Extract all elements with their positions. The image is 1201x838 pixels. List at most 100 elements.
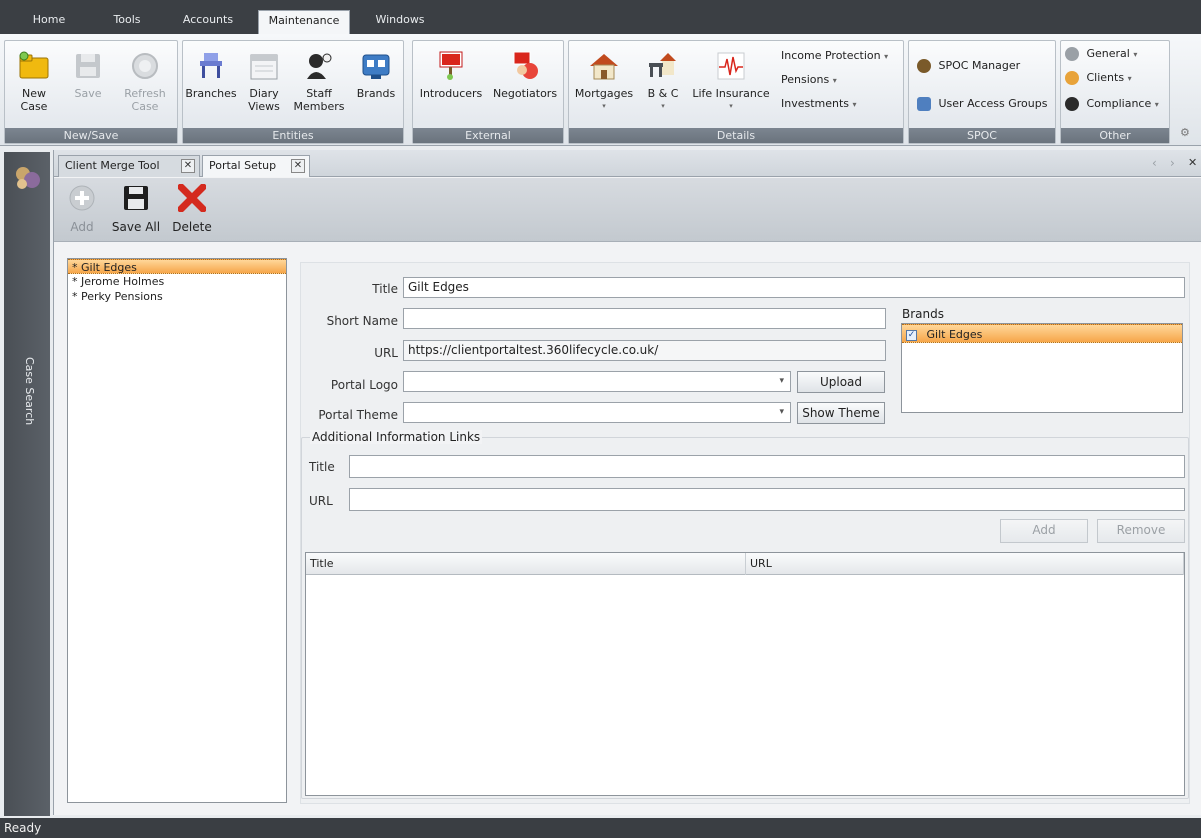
tab-client-merge-tool-label: Client Merge Tool [65, 159, 160, 172]
save-button[interactable]: Save [65, 45, 111, 100]
list-item[interactable]: * Perky Pensions [68, 289, 286, 304]
house-icon [587, 49, 621, 83]
portal-theme-select[interactable]: ▾ [403, 402, 791, 423]
menu-tab-windows[interactable]: Windows [366, 10, 434, 34]
new-case-label: New Case [20, 87, 48, 113]
life-insurance-label: Life Insurance [692, 87, 770, 100]
brand-item[interactable]: ✓ Gilt Edges [902, 324, 1182, 343]
brand-item-label: Gilt Edges [926, 328, 983, 341]
spoc-manager-button[interactable]: SPOC Manager [917, 59, 1020, 73]
links-table[interactable]: Title URL [305, 552, 1185, 796]
short-name-field[interactable] [403, 308, 886, 329]
for-sale-sign-icon [434, 49, 468, 83]
brands-label: Brands [356, 87, 396, 100]
brands-button[interactable]: Brands [351, 45, 401, 100]
refresh-case-label-1: Refresh [124, 87, 166, 100]
introducers-label: Introducers [419, 87, 483, 100]
refresh-case-label-2: Case [131, 100, 159, 113]
menu-tab-maintenance[interactable]: Maintenance [258, 10, 350, 35]
menu-tab-tools[interactable]: Tools [100, 10, 154, 34]
spoc-manager-icon [917, 59, 931, 73]
status-bar: Ready [0, 818, 1201, 838]
link-title-field[interactable] [349, 455, 1185, 478]
income-protection-button[interactable]: Income Protection ▾ [781, 49, 888, 62]
menu-tab-home[interactable]: Home [22, 10, 76, 34]
save-all-button[interactable]: Save All [110, 184, 162, 234]
delete-icon [177, 183, 207, 213]
staff-members-button[interactable]: Staff Members [291, 45, 347, 113]
new-case-icon [17, 49, 51, 83]
branches-icon [194, 49, 228, 83]
list-item[interactable]: * Gilt Edges [68, 259, 286, 274]
case-search-label: Case Search [23, 357, 36, 426]
case-search-sidebar[interactable]: Case Search [4, 152, 50, 816]
title-field[interactable]: Gilt Edges [403, 277, 1185, 298]
add-link-button[interactable]: Add [1000, 519, 1088, 543]
refresh-case-button[interactable]: Refresh Case [115, 45, 175, 113]
clients-button[interactable]: Clients ▾ [1065, 71, 1132, 85]
delete-button[interactable]: Delete [170, 183, 214, 234]
brands-label: Brands [902, 307, 944, 321]
investments-label: Investments [781, 97, 850, 110]
menu-bar: Home Tools Accounts Maintenance Windows [0, 0, 1201, 35]
portal-list[interactable]: * Gilt Edges * Jerome Holmes * Perky Pen… [67, 258, 287, 803]
user-access-groups-button[interactable]: User Access Groups [917, 97, 1047, 111]
staff-members-label-2: Members [293, 100, 345, 113]
compliance-button[interactable]: Compliance ▾ [1065, 97, 1159, 111]
status-text: Ready [4, 821, 42, 835]
close-icon[interactable]: ✕ [181, 159, 195, 173]
new-case-button[interactable]: New Case [7, 45, 61, 113]
column-header-url[interactable]: URL [746, 553, 1184, 575]
ribbon-options-icon[interactable]: ⚙ [1180, 126, 1190, 139]
branches-button[interactable]: Branches [185, 45, 237, 100]
mortgages-dropdown-icon: ▾ [602, 102, 606, 110]
link-url-field[interactable] [349, 488, 1185, 511]
negotiators-label: Negotiators [492, 87, 558, 100]
clients-icon [1065, 71, 1079, 85]
case-search-icon [12, 162, 42, 192]
group-caption-new-save: New/Save [5, 128, 177, 143]
introducers-button[interactable]: Introducers [415, 45, 487, 100]
compliance-label: Compliance [1086, 97, 1152, 110]
column-header-title[interactable]: Title [306, 553, 746, 575]
ribbon-group-external: Introducers Negotiators External [412, 40, 564, 144]
scroll-right-icon[interactable]: › [1170, 156, 1175, 170]
building-icon [646, 49, 680, 83]
url-field[interactable]: https://clientportaltest.360lifecycle.co… [403, 340, 886, 361]
short-name-label: Short Name [326, 314, 398, 328]
scroll-left-icon[interactable]: ‹ [1152, 156, 1157, 170]
link-url-label: URL [309, 494, 333, 508]
bc-button[interactable]: B & C ▾ [641, 45, 685, 113]
pensions-button[interactable]: Pensions ▾ [781, 73, 837, 86]
portal-logo-select[interactable]: ▾ [403, 371, 791, 392]
general-icon [1065, 47, 1079, 61]
refresh-icon [128, 49, 162, 83]
income-protection-label: Income Protection [781, 49, 881, 62]
mortgages-button[interactable]: Mortgages ▾ [571, 45, 637, 113]
general-button[interactable]: General ▾ [1065, 47, 1137, 61]
checkbox-checked-icon[interactable]: ✓ [906, 329, 917, 341]
diary-views-button[interactable]: Diary Views [241, 45, 287, 113]
negotiators-button[interactable]: Negotiators [489, 45, 561, 100]
close-all-icon[interactable]: ✕ [1188, 156, 1197, 169]
mortgages-label: Mortgages [574, 87, 634, 100]
upload-button[interactable]: Upload [797, 371, 885, 393]
investments-button[interactable]: Investments ▾ [781, 97, 857, 110]
add-button[interactable]: Add [64, 184, 100, 234]
ribbon-group-entities: Branches Diary Views Staff Members Brand… [182, 40, 404, 144]
list-item[interactable]: * Jerome Holmes [68, 274, 286, 289]
investments-dropdown-icon: ▾ [852, 100, 857, 109]
delete-label: Delete [172, 220, 212, 234]
life-insurance-button[interactable]: Life Insurance ▾ [687, 45, 775, 113]
save-all-icon [122, 184, 150, 212]
menu-tab-accounts[interactable]: Accounts [172, 10, 244, 34]
close-icon[interactable]: ✕ [291, 159, 305, 173]
brands-list[interactable]: ✓ Gilt Edges [901, 323, 1183, 413]
show-theme-button[interactable]: Show Theme [797, 402, 885, 424]
tab-client-merge-tool[interactable]: Client Merge Tool ✕ [58, 155, 200, 177]
tab-portal-setup-label: Portal Setup [209, 159, 277, 172]
remove-link-button[interactable]: Remove [1097, 519, 1185, 543]
url-label: URL [374, 346, 398, 360]
tab-portal-setup[interactable]: Portal Setup ✕ [202, 155, 310, 177]
spoc-manager-label: SPOC Manager [938, 59, 1021, 72]
